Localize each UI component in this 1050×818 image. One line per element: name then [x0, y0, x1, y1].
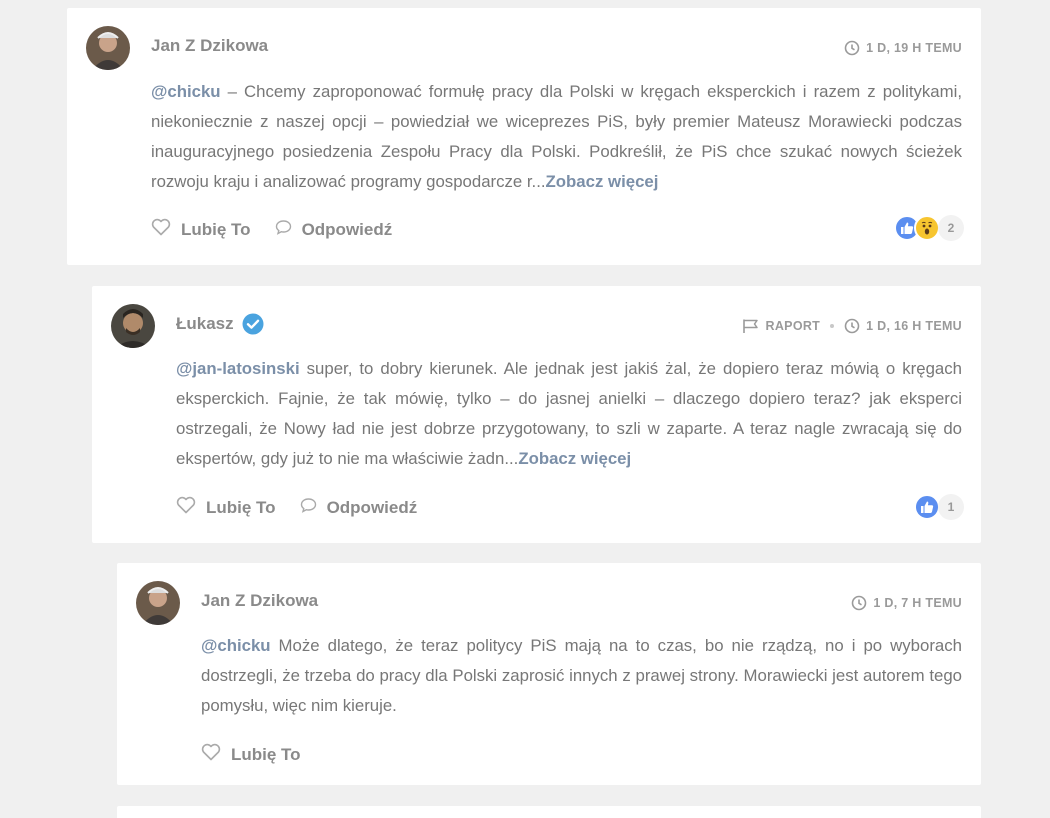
like-label: Lubię To: [206, 497, 276, 517]
comment-text: @chicku Może dlatego, że teraz politycy …: [201, 636, 962, 715]
comment-card: Łukasz RAPORT 1 D, 16 H TEMU @jan-latosi…: [92, 286, 981, 543]
like-button[interactable]: Lubię To: [176, 496, 276, 519]
flag-icon: [742, 318, 760, 334]
reactions-summary[interactable]: 1: [914, 494, 964, 520]
reply-button[interactable]: Odpowiedź: [300, 497, 418, 518]
comment-text: @jan-latosinski super, to dobry kierunek…: [176, 359, 962, 468]
like-button[interactable]: Lubię To: [201, 743, 301, 766]
comment-text: @chicku – Chcemy zaproponować formułę pr…: [151, 82, 962, 191]
report-link[interactable]: RAPORT: [766, 319, 821, 333]
like-label: Lubię To: [181, 219, 251, 239]
wow-reaction-icon: [914, 215, 940, 241]
comment-author[interactable]: Jan Z Dzikowa: [151, 36, 268, 56]
mention-link[interactable]: @jan-latosinski: [176, 359, 300, 378]
see-more-link[interactable]: Zobacz więcej: [518, 449, 631, 468]
comment-author[interactable]: Łukasz: [176, 313, 264, 335]
clock-icon: [844, 40, 860, 56]
verified-check-icon: [242, 313, 264, 335]
comment-meta: RAPORT 1 D, 16 H TEMU: [742, 318, 962, 334]
avatar[interactable]: [86, 26, 130, 70]
comment-timestamp[interactable]: 1 D, 19 H TEMU: [866, 41, 962, 55]
avatar[interactable]: [111, 304, 155, 348]
comment-card: Jan Z Dzikowa 1 D, 19 H TEMU @chicku – C…: [67, 8, 981, 265]
speech-bubble-icon: [275, 219, 292, 240]
comment-timestamp[interactable]: 1 D, 16 H TEMU: [866, 319, 962, 333]
clock-icon: [851, 595, 867, 611]
reply-label: Odpowiedź: [301, 219, 393, 239]
comment-actions: Lubię To: [201, 743, 325, 766]
see-more-link[interactable]: Zobacz więcej: [546, 172, 659, 191]
mention-link[interactable]: @chicku: [151, 82, 221, 101]
reaction-count: 2: [938, 215, 964, 241]
comment-actions: Lubię To Odpowiedź: [176, 496, 441, 519]
heart-outline-icon: [201, 743, 221, 766]
mention-link[interactable]: @chicku: [201, 636, 271, 655]
comment-timestamp[interactable]: 1 D, 7 H TEMU: [873, 596, 962, 610]
comment-author[interactable]: Jan Z Dzikowa: [201, 591, 318, 611]
reply-button[interactable]: Odpowiedź: [275, 219, 393, 240]
like-button[interactable]: Lubię To: [151, 218, 251, 241]
separator-dot: [830, 324, 835, 328]
heart-outline-icon: [176, 496, 196, 519]
like-reaction-icon: [914, 494, 940, 520]
like-label: Lubię To: [231, 744, 301, 764]
heart-outline-icon: [151, 218, 171, 241]
comment-card: [117, 806, 981, 818]
reaction-count: 1: [938, 494, 964, 520]
reply-label: Odpowiedź: [326, 497, 418, 517]
comment-card: Jan Z Dzikowa 1 D, 7 H TEMU @chicku Może…: [117, 563, 981, 785]
clock-icon: [844, 318, 860, 334]
comment-meta: 1 D, 19 H TEMU: [844, 40, 962, 56]
reactions-summary[interactable]: 2: [894, 215, 964, 241]
comment-meta: 1 D, 7 H TEMU: [851, 595, 962, 611]
speech-bubble-icon: [300, 497, 317, 518]
comment-actions: Lubię To Odpowiedź: [151, 218, 416, 241]
avatar[interactable]: [136, 581, 180, 625]
